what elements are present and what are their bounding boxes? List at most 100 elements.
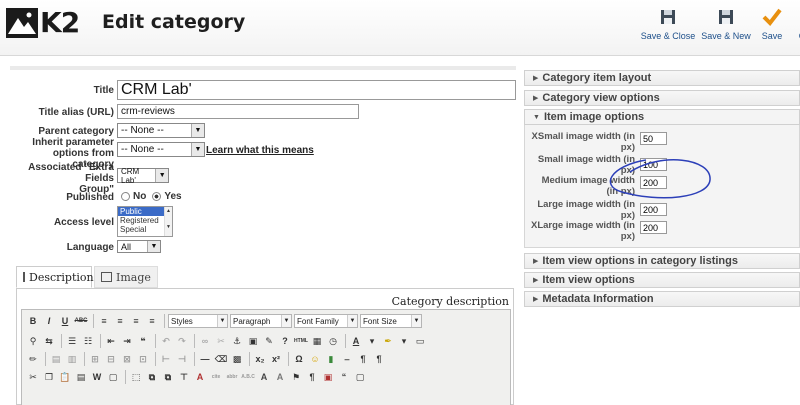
- tab-image[interactable]: Image: [94, 266, 158, 288]
- blockquote-icon[interactable]: ❝: [136, 334, 150, 348]
- delete-col-icon[interactable]: ⊡: [136, 352, 150, 366]
- special-char-icon[interactable]: Ω: [292, 352, 306, 366]
- indent-icon[interactable]: ⇥: [120, 334, 134, 348]
- insert-row-icon[interactable]: ⊞: [88, 352, 102, 366]
- language-select[interactable]: All ▼: [117, 240, 161, 253]
- superscript-icon[interactable]: x²: [269, 352, 283, 366]
- fullscreen-icon[interactable]: ▭: [413, 334, 427, 348]
- align-left-icon[interactable]: ≡: [97, 314, 111, 328]
- bold-button[interactable]: B: [26, 314, 40, 328]
- rtl-icon[interactable]: ¶: [372, 352, 386, 366]
- time-icon[interactable]: ◷: [326, 334, 340, 348]
- list-scrollbar[interactable]: ▲ ▼: [164, 207, 172, 236]
- abbr-icon[interactable]: abbr: [225, 370, 239, 384]
- cleanup-icon[interactable]: ✎: [262, 334, 276, 348]
- nonbreaking-icon[interactable]: ¶: [305, 370, 319, 384]
- font-family-select[interactable]: Font Family ▼: [294, 314, 358, 328]
- absolute-icon[interactable]: ⊤: [177, 370, 191, 384]
- page-break-icon[interactable]: ⎯: [340, 352, 354, 366]
- published-no-radio[interactable]: [121, 192, 130, 201]
- outdent-icon[interactable]: ⇤: [104, 334, 118, 348]
- emoticon-icon[interactable]: ☺: [308, 352, 322, 366]
- panel-category-item-layout[interactable]: ▶ Category item layout: [524, 70, 800, 86]
- panel-item-view-options[interactable]: ▶ Item view options: [524, 272, 800, 288]
- bullet-list-icon[interactable]: ☰: [65, 334, 79, 348]
- media-icon[interactable]: ▮: [324, 352, 338, 366]
- learn-more-link[interactable]: Learn what this means: [206, 145, 314, 156]
- del-icon[interactable]: A: [257, 370, 271, 384]
- undo-icon[interactable]: ↶: [159, 334, 173, 348]
- strikethrough-button[interactable]: ABC: [74, 314, 88, 328]
- alias-input[interactable]: [117, 104, 359, 119]
- move-backward-icon[interactable]: ⧉: [161, 370, 175, 384]
- parent-category-select[interactable]: -- None -- ▼: [117, 123, 205, 138]
- title-input[interactable]: [117, 80, 516, 100]
- insert-col-icon[interactable]: ⊠: [120, 352, 134, 366]
- insert-layer-icon[interactable]: ⬚: [129, 370, 143, 384]
- redo-icon[interactable]: ↷: [175, 334, 189, 348]
- published-yes-radio[interactable]: [152, 192, 162, 201]
- tab-description[interactable]: Description: [16, 266, 94, 288]
- xsmall-image-input[interactable]: [640, 132, 667, 145]
- anchor-icon[interactable]: ⚓: [230, 334, 244, 348]
- extra-fields-select[interactable]: CRM Lab' ▼: [117, 167, 169, 185]
- xlarge-image-input[interactable]: [640, 221, 667, 234]
- date-icon[interactable]: ▦: [310, 334, 324, 348]
- save-and-close-button[interactable]: Save & Close: [640, 8, 696, 44]
- panel-category-view-options[interactable]: ▶ Category view options: [524, 90, 800, 106]
- numbered-list-icon[interactable]: ☷: [81, 334, 95, 348]
- acronym-icon[interactable]: A.B.C: [241, 370, 255, 384]
- ltr-icon[interactable]: ¶: [356, 352, 370, 366]
- copy-icon[interactable]: ❐: [42, 370, 56, 384]
- cancel-button[interactable]: C: [792, 8, 800, 44]
- panel-metadata-information[interactable]: ▶ Metadata Information: [524, 291, 800, 307]
- table-icon[interactable]: ▤: [49, 352, 63, 366]
- text-color-icon[interactable]: A: [349, 334, 363, 348]
- attribs-icon[interactable]: ⚑: [289, 370, 303, 384]
- panel-item-image-options[interactable]: ▼ Item image options: [524, 109, 800, 125]
- align-justify-icon[interactable]: ≡: [145, 314, 159, 328]
- find-icon[interactable]: ⚲: [26, 334, 40, 348]
- image-icon[interactable]: ▣: [246, 334, 260, 348]
- panel-item-view-options-listings[interactable]: ▶ Item view options in category listings: [524, 253, 800, 269]
- paste-text-icon[interactable]: ▤: [74, 370, 88, 384]
- small-image-input[interactable]: [640, 158, 667, 171]
- ins-icon[interactable]: A: [273, 370, 287, 384]
- delete-row-icon[interactable]: ⊟: [104, 352, 118, 366]
- format-select[interactable]: Paragraph ▼: [230, 314, 292, 328]
- help-icon[interactable]: ?: [278, 334, 292, 348]
- unlink-icon[interactable]: ✂: [214, 334, 228, 348]
- cut-icon[interactable]: ✂: [26, 370, 40, 384]
- table-props-icon[interactable]: ▥: [65, 352, 79, 366]
- italic-button[interactable]: I: [42, 314, 56, 328]
- move-forward-icon[interactable]: ⧉: [145, 370, 159, 384]
- paste-word-icon[interactable]: W: [90, 370, 104, 384]
- subscript-icon[interactable]: x₂: [253, 352, 267, 366]
- styleprops-icon[interactable]: A: [193, 370, 207, 384]
- medium-image-input[interactable]: [640, 176, 667, 189]
- chevron-down-icon[interactable]: ▾: [365, 334, 379, 348]
- quote-icon[interactable]: “: [337, 370, 351, 384]
- font-size-select[interactable]: Font Size ▼: [360, 314, 422, 328]
- highlight-color-icon[interactable]: ✒: [381, 334, 395, 348]
- large-image-input[interactable]: [640, 203, 667, 216]
- cite-icon[interactable]: cite: [209, 370, 223, 384]
- select-all-icon[interactable]: ▢: [106, 370, 120, 384]
- save-and-new-button[interactable]: Save & New: [700, 8, 752, 44]
- align-center-icon[interactable]: ≡: [113, 314, 127, 328]
- edit-css-icon[interactable]: ✏: [26, 352, 40, 366]
- save-button[interactable]: Save: [757, 8, 787, 44]
- horizontal-rule-icon[interactable]: —: [198, 352, 212, 366]
- paste-icon[interactable]: 📋: [58, 370, 72, 384]
- underline-button[interactable]: U: [58, 314, 72, 328]
- html-icon[interactable]: HTML: [294, 334, 308, 348]
- replace-icon[interactable]: ⇆: [42, 334, 56, 348]
- split-cells-icon[interactable]: ⊢: [159, 352, 173, 366]
- merge-cells-icon[interactable]: ⊣: [175, 352, 189, 366]
- align-right-icon[interactable]: ≡: [129, 314, 143, 328]
- remove-format-icon[interactable]: ⌫: [214, 352, 228, 366]
- template-icon[interactable]: ▣: [321, 370, 335, 384]
- visual-aid-icon[interactable]: ▩: [230, 352, 244, 366]
- chevron-down-icon[interactable]: ▾: [397, 334, 411, 348]
- styles-select[interactable]: Styles ▼: [168, 314, 228, 328]
